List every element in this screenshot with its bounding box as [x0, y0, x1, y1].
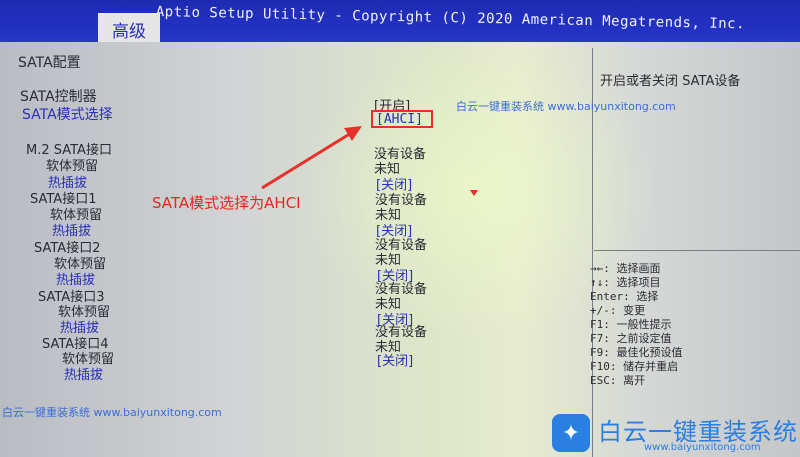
watermark-bottom: 白云一键重装系统 www.baiyunxitong.com: [2, 406, 222, 419]
bird-logo-icon: ✦: [552, 414, 590, 452]
annotation-text: SATA模式选择为AHCI: [152, 194, 301, 212]
logo-url: www.baiyunxitong.com: [644, 442, 761, 453]
annotation-arrow: [261, 126, 362, 190]
watermark-logo: ✦ 白云一键重装系统 www.baiyunxitong.com: [548, 410, 800, 457]
watermark-top: 白云一键重装系统 www.baiyunxitong.com: [456, 100, 676, 113]
red-marker-icon: [470, 190, 478, 196]
